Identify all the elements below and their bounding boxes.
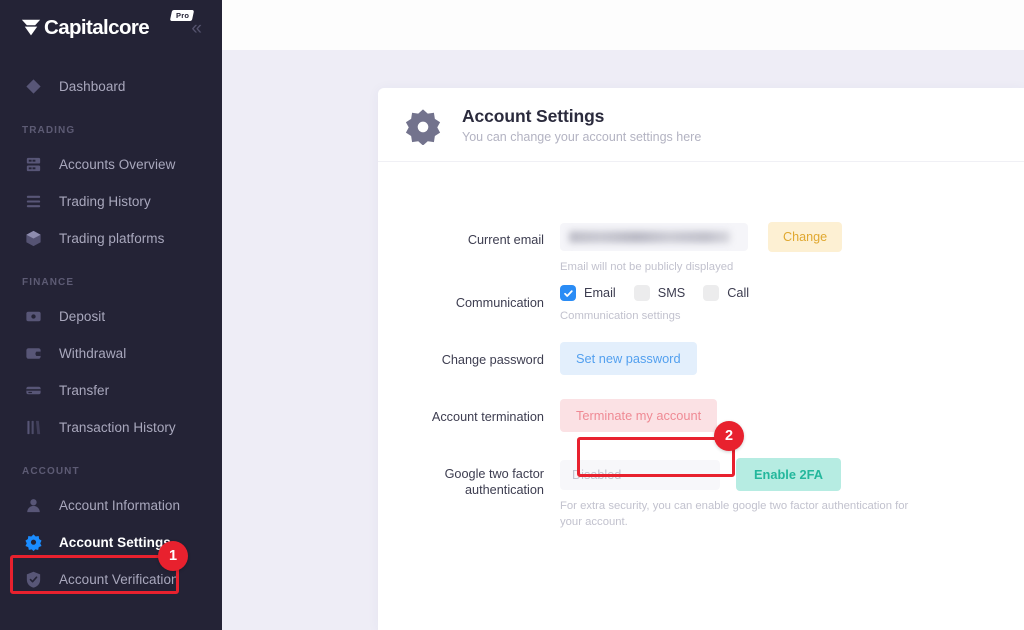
communication-option-label: SMS <box>657 286 686 300</box>
sidebar-item-label: Transaction History <box>59 420 176 435</box>
sidebar-item-trading-platforms[interactable]: Trading platforms <box>0 220 222 257</box>
sidebar-header: Capitalcore Pro « <box>0 0 222 56</box>
gear-icon <box>404 107 442 145</box>
brand-badge: Pro <box>170 10 195 21</box>
google-2fa-status-field: Disabled <box>560 459 720 490</box>
banknote-icon <box>22 307 44 327</box>
annotation-badge-1: 1 <box>158 541 188 571</box>
account-termination-label: Account termination <box>431 410 544 424</box>
row-google-2fa: Google two factor authentication Disable… <box>378 458 1024 530</box>
sidebar-item-account-verification[interactable]: Account Verification <box>0 561 222 598</box>
cube-icon <box>22 229 44 249</box>
set-new-password-button[interactable]: Set new password <box>560 342 697 375</box>
wallet-icon <box>22 344 44 364</box>
google-2fa-status: Disabled <box>572 467 622 482</box>
terminate-account-button[interactable]: Terminate my account <box>560 399 718 432</box>
page-subtitle: You can change your account settings her… <box>462 130 702 144</box>
account-settings-card: Account Settings You can change your acc… <box>378 88 1024 630</box>
sidebar-item-dashboard[interactable]: Dashboard <box>0 68 222 105</box>
communication-option-label: Call <box>727 286 750 300</box>
enable-2fa-button[interactable]: Enable 2FA <box>736 458 841 491</box>
row-current-email: Current email Change Email will not be p… <box>378 222 1024 275</box>
google-2fa-label: Google two factor authentication <box>444 467 544 497</box>
list-lines-icon <box>22 192 44 212</box>
sidebar-item-label: Accounts Overview <box>59 157 176 172</box>
communication-option-email[interactable]: Email <box>560 285 616 301</box>
card-header: Account Settings You can change your acc… <box>378 88 1024 162</box>
communication-help: Communication settings <box>560 310 681 322</box>
google-2fa-help: For extra security, you can enable googl… <box>560 500 909 528</box>
current-email-label: Current email <box>467 233 544 247</box>
sidebar-item-label: Deposit <box>59 309 106 324</box>
sidebar-item-transfer[interactable]: Transfer <box>0 372 222 409</box>
row-communication: Communication Email SMS Call Communication… <box>378 285 1024 324</box>
sidebar-item-account-settings[interactable]: Account Settings <box>0 524 222 561</box>
sidebar: Capitalcore Pro « Dashboard TRADING Accoun… <box>0 0 222 630</box>
communication-option-label: Email <box>584 286 616 300</box>
server-stack-icon <box>22 155 44 175</box>
row-change-password: Change password Set new password <box>378 342 1024 375</box>
sidebar-item-deposit[interactable]: Deposit <box>0 298 222 335</box>
sidebar-item-label: Account Verification <box>59 572 179 587</box>
sidebar-item-accounts-overview[interactable]: Accounts Overview <box>0 146 222 183</box>
sidebar-item-label: Withdrawal <box>59 346 127 361</box>
sidebar-item-label: Trading History <box>59 194 151 209</box>
checkbox-checked-icon[interactable] <box>560 285 576 301</box>
communication-option-call[interactable]: Call <box>703 285 749 301</box>
communication-label: Communication <box>455 296 544 310</box>
sidebar-section-label: ACCOUNT <box>22 466 80 477</box>
sidebar-nav: Dashboard TRADING Accounts Overview Trading… <box>0 68 222 598</box>
sidebar-item-trading-history[interactable]: Trading History <box>0 183 222 220</box>
app-root: Capitalcore Pro « Dashboard TRADING Accoun… <box>0 0 1024 630</box>
sidebar-item-withdrawal[interactable]: Withdrawal <box>0 335 222 372</box>
sidebar-section-label: FINANCE <box>22 277 75 288</box>
change-password-label: Change password <box>441 353 544 367</box>
communication-option-sms[interactable]: SMS <box>633 285 686 301</box>
communication-options: Email SMS Call <box>560 285 1024 301</box>
current-email-field[interactable] <box>560 223 748 251</box>
user-icon <box>22 496 44 516</box>
top-bar <box>222 0 1024 50</box>
brand-logo[interactable]: Capitalcore Pro <box>20 10 195 41</box>
diamond-icon <box>22 77 44 97</box>
sidebar-section-label: TRADING <box>22 125 76 136</box>
sidebar-item-label: Dashboard <box>59 79 126 94</box>
transfer-card-icon <box>22 381 44 401</box>
page-title: Account Settings <box>462 106 605 126</box>
checkbox-unchecked-icon[interactable] <box>633 285 650 301</box>
card-header-text: Account Settings You can change your acc… <box>462 106 701 145</box>
sidebar-item-transaction-history[interactable]: Transaction History <box>0 409 222 446</box>
redacted-email-value <box>569 231 730 243</box>
settings-form: Current email Change Email will not be p… <box>378 162 1024 530</box>
checkbox-unchecked-icon[interactable] <box>703 285 720 301</box>
shield-check-icon <box>22 570 44 590</box>
sidebar-item-label: Transfer <box>59 383 110 398</box>
sidebar-item-label: Account Information <box>59 498 181 513</box>
sidebar-item-account-information[interactable]: Account Information <box>0 487 222 524</box>
current-email-help: Email will not be publicly displayed <box>560 261 734 273</box>
change-email-button[interactable]: Change <box>768 222 843 252</box>
gear-icon <box>22 533 44 553</box>
brand-name: Capitalcore <box>44 16 150 39</box>
sidebar-item-label: Trading platforms <box>59 231 165 246</box>
annotation-badge-2: 2 <box>714 421 744 451</box>
row-account-termination: Account termination Terminate my account <box>378 399 1024 432</box>
chevron-shield-logo-icon <box>21 19 41 36</box>
bar-columns-icon <box>22 418 44 438</box>
sidebar-item-label: Account Settings <box>59 535 171 550</box>
